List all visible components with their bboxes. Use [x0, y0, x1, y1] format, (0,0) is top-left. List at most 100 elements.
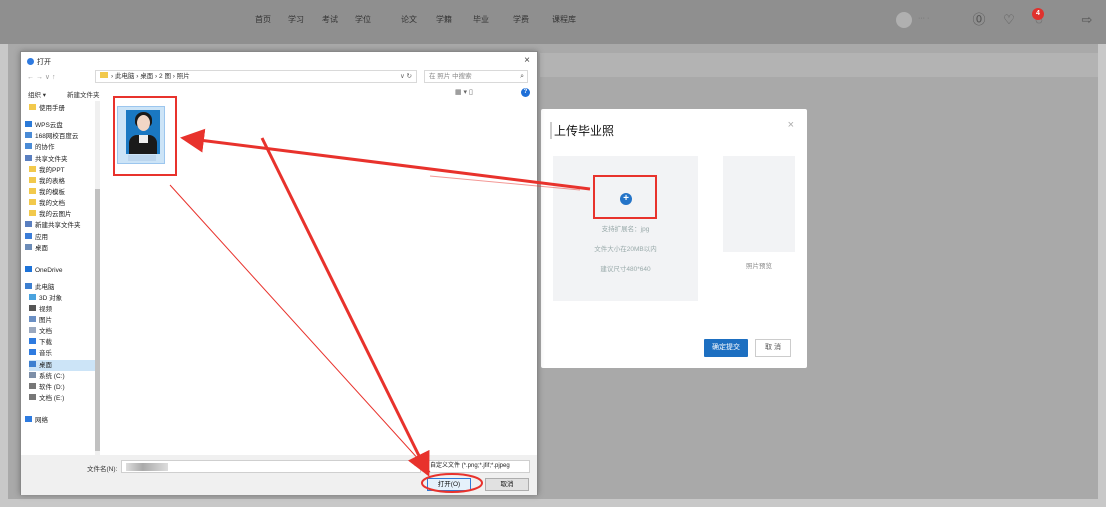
nav-item[interactable]: WPS云盘	[25, 120, 63, 131]
folder-icon	[25, 121, 32, 127]
folder-icon	[29, 327, 36, 333]
notification-badge: 4	[1032, 8, 1044, 20]
nav-item-label: OneDrive	[35, 267, 63, 274]
nav-link-course-library[interactable]: 课程库	[552, 14, 576, 25]
nav-item[interactable]: 我的文档	[29, 198, 65, 209]
nav-item[interactable]: 文档	[29, 326, 52, 337]
dialog-footer: 文件名(N): ∨ 自定义文件 (*.png;*.jfif;*.pjpeg 打开…	[21, 455, 537, 495]
nav-item[interactable]: 共享文件夹	[25, 154, 68, 165]
modal-title: 上传毕业照	[550, 122, 614, 139]
nav-item-label: 图片	[39, 317, 52, 324]
nav-item-label: 此电脑	[35, 284, 55, 291]
nav-item[interactable]: 我的PPT	[29, 165, 65, 176]
close-icon[interactable]: ×	[788, 119, 794, 131]
nav-item[interactable]: 桌面	[25, 243, 48, 254]
content-header-strip	[540, 53, 1098, 77]
nav-item[interactable]: 168网校百度云	[25, 131, 78, 142]
nav-item-label: 的协作	[35, 144, 55, 151]
nav-item[interactable]: 使用手册	[29, 103, 65, 114]
photo-file-item[interactable]	[117, 106, 165, 164]
new-folder-button[interactable]: 新建文件夹	[67, 89, 100, 99]
filetype-select[interactable]: 自定义文件 (*.png;*.jfif;*.pjpeg	[426, 460, 530, 473]
nav-link-exam[interactable]: 考试	[322, 14, 338, 25]
address-path: › 此电脑 › 桌面 › 2 图 › 照片	[111, 73, 190, 80]
nav-link-thesis[interactable]: 论文	[401, 14, 417, 25]
organize-menu[interactable]: 组织 ▾	[28, 89, 46, 99]
nav-item[interactable]: 文档 (E:)	[29, 393, 64, 404]
cancel-button[interactable]: 取 消	[755, 339, 791, 357]
folder-icon	[25, 233, 32, 239]
nav-item-label: 文档	[39, 328, 52, 335]
nav-link-tuition[interactable]: 学费	[513, 14, 529, 25]
hint-extension: 支持扩展名：jpg	[601, 226, 650, 233]
filename-value-redacted	[126, 463, 168, 471]
navigation-pane: 使用手册 WPS云盘 168网校百度云 的协作 共享文件夹 我的PPT 我的表格 我的模板 我的…	[21, 101, 99, 451]
filename-label: 文件名(N):	[87, 466, 118, 473]
nav-item-label: 应用	[35, 234, 48, 241]
folder-icon	[29, 199, 36, 205]
nav-item[interactable]: 网络	[25, 415, 48, 426]
file-list-area	[103, 101, 537, 455]
folder-icon	[25, 266, 32, 272]
nav-link-degree[interactable]: 学位	[355, 14, 371, 25]
folder-icon	[29, 338, 36, 344]
search-input[interactable]: 在 照片 中搜索 ⌕	[424, 70, 528, 83]
folder-icon	[25, 416, 32, 422]
chevron-down-icon[interactable]: ∨	[413, 461, 417, 468]
logout-icon[interactable]: ⇨	[1078, 11, 1096, 29]
nav-item[interactable]: 图片	[29, 315, 52, 326]
nav-link-study[interactable]: 学习	[288, 14, 304, 25]
nav-item[interactable]: 系统 (C:)	[29, 371, 65, 382]
nav-item[interactable]: 下载	[29, 337, 52, 348]
nav-item[interactable]: 音乐	[29, 348, 52, 359]
nav-item[interactable]: 我的模板	[29, 187, 65, 198]
nav-item-label: 文档 (E:)	[39, 395, 65, 402]
filename-input[interactable]	[121, 460, 421, 473]
user-name[interactable]: ··· ·	[918, 15, 929, 22]
address-bar[interactable]: › 此电脑 › 桌面 › 2 图 › 照片 ∨ ↻	[95, 70, 417, 83]
close-icon[interactable]: ×	[524, 55, 530, 66]
nav-scrollbar-thumb[interactable]	[95, 189, 100, 451]
nav-item[interactable]: 软件 (D:)	[29, 382, 65, 393]
nav-item[interactable]: 新建共享文件夹	[25, 220, 81, 231]
top-navigation-bar: 首页 学习 考试 学位 论文 学籍 毕业 学费 课程库 ··· · ⓪ ♡ ◌ …	[0, 0, 1106, 44]
folder-icon	[29, 305, 36, 311]
back-forward-up-icons[interactable]: ← → ∨ ↑	[27, 73, 55, 81]
photo-preview-box	[723, 156, 795, 252]
nav-link-enrollment[interactable]: 学籍	[436, 14, 452, 25]
help-circle-icon[interactable]: ⓪	[970, 11, 988, 29]
photo-preview-label: 照片预览	[746, 263, 772, 270]
nav-item[interactable]: 3D 对象	[29, 293, 62, 304]
upload-drop-area[interactable]: 支持扩展名：jpg 文件大小在20MB以内 建议尺寸480*640	[553, 156, 698, 301]
nav-item[interactable]: 视频	[29, 304, 52, 315]
refresh-icon[interactable]: ∨ ↻	[400, 71, 412, 82]
user-avatar[interactable]	[896, 12, 912, 28]
nav-item[interactable]: 我的云图片	[29, 209, 72, 220]
nav-item[interactable]: 应用	[25, 232, 48, 243]
plus-icon[interactable]: +	[620, 193, 632, 205]
nav-link-home[interactable]: 首页	[255, 14, 271, 25]
shirt-icon[interactable]: ♡	[1000, 11, 1018, 29]
open-button[interactable]: 打开(O)	[427, 478, 471, 491]
folder-icon	[29, 177, 36, 183]
folder-icon	[29, 361, 36, 367]
nav-item[interactable]: OneDrive	[25, 265, 62, 276]
nav-item-label: 网络	[35, 417, 48, 424]
folder-icon	[29, 210, 36, 216]
submit-button[interactable]: 确定提交	[704, 339, 748, 357]
folder-icon	[100, 72, 108, 78]
folder-icon	[25, 132, 32, 138]
nav-item[interactable]: 的协作	[25, 142, 55, 153]
nav-link-graduation[interactable]: 毕业	[473, 14, 489, 25]
nav-item[interactable]: 桌面	[29, 360, 99, 371]
folder-icon	[25, 143, 32, 149]
hint-dimensions: 建议尺寸480*640	[600, 266, 651, 273]
help-icon[interactable]: ?	[521, 88, 530, 97]
folder-icon	[29, 349, 36, 355]
view-options-icon[interactable]: ▦ ▾ ▯	[455, 88, 473, 96]
nav-item-label: 我的云图片	[39, 211, 72, 218]
nav-item-label: 新建共享文件夹	[35, 222, 81, 229]
nav-item[interactable]: 我的表格	[29, 176, 65, 187]
nav-item[interactable]: 此电脑	[25, 282, 55, 293]
cancel-button[interactable]: 取消	[485, 478, 529, 491]
